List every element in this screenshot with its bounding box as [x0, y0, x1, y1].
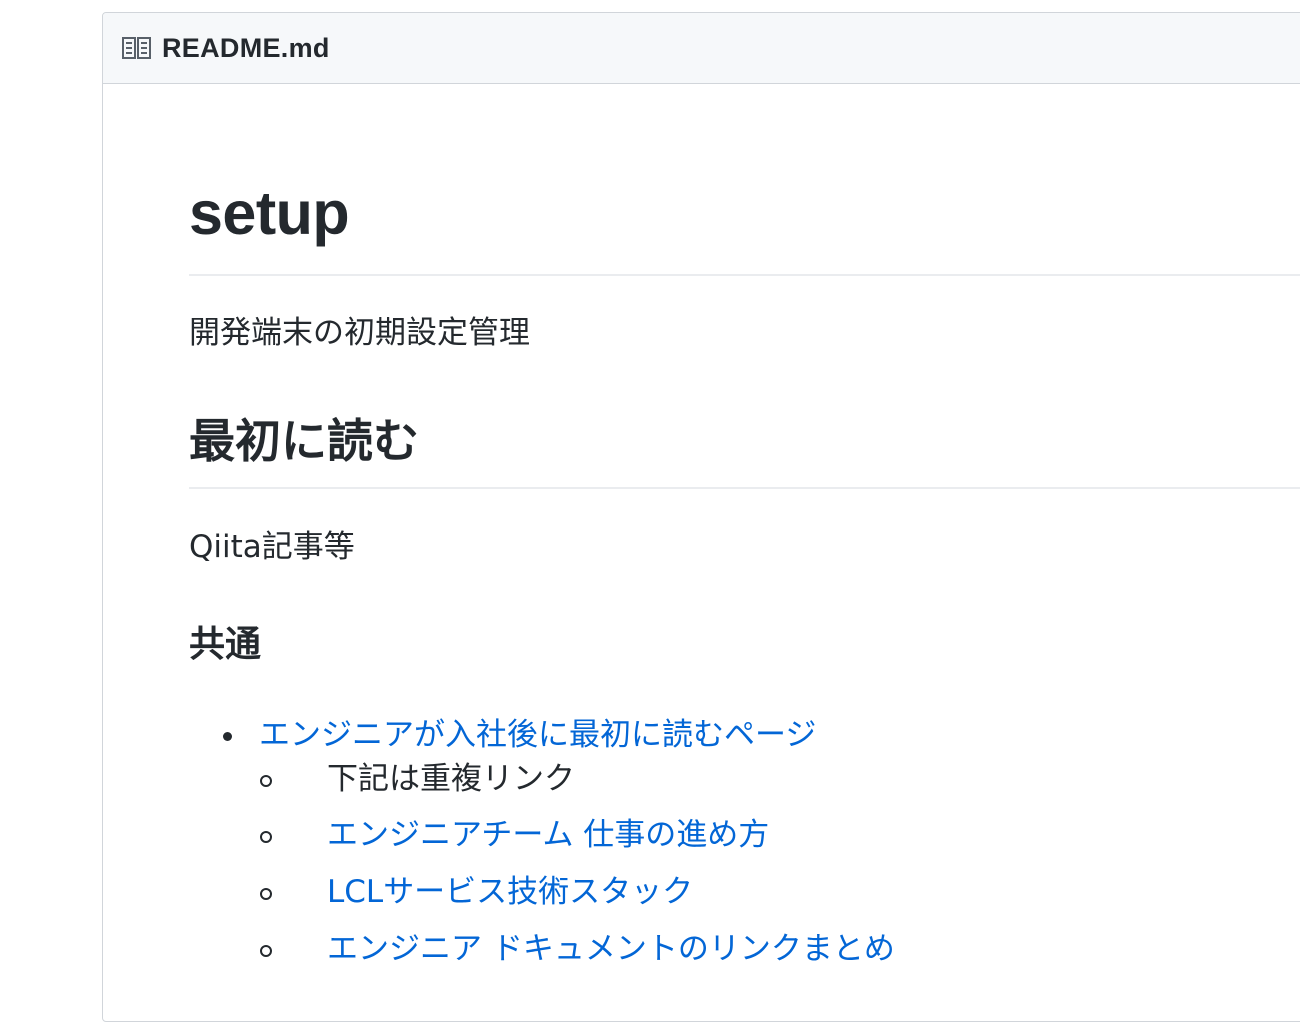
- readme-filename: README.md: [162, 32, 330, 63]
- sub-list-item: エンジニア ドキュメントのリンクまとめ: [259, 921, 895, 978]
- sub-list-item: エンジニアチーム 仕事の進め方: [259, 807, 895, 864]
- link-list: エンジニアが入社後に最初に読むページ 下記は重複リンク エンジニアチーム 仕事の…: [189, 715, 895, 978]
- readme-header: README.md: [103, 13, 1300, 84]
- sub-list: 下記は重複リンク エンジニアチーム 仕事の進め方 LCLサービス技術スタック エ…: [259, 755, 895, 978]
- link-team-workflow[interactable]: エンジニアチーム 仕事の進め方: [327, 817, 769, 853]
- circle-bullet-icon: [260, 888, 272, 900]
- bullet-icon: [223, 732, 232, 741]
- section-text: Qiita記事等: [189, 529, 355, 565]
- subsection-heading: 共通: [189, 624, 262, 665]
- circle-bullet-icon: [260, 831, 272, 843]
- link-onboarding-page[interactable]: エンジニアが入社後に最初に読むページ: [259, 717, 816, 753]
- section-divider: [189, 487, 1300, 489]
- description-text: 開発端末の初期設定管理: [189, 315, 530, 351]
- circle-bullet-icon: [260, 945, 272, 957]
- title-divider: [189, 274, 1300, 276]
- duplicate-note-text: 下記は重複リンク: [327, 761, 575, 797]
- sub-list-item: 下記は重複リンク: [259, 755, 895, 807]
- link-tech-stack[interactable]: LCLサービス技術スタック: [327, 874, 693, 910]
- page-title: setup: [189, 179, 350, 247]
- section-heading: 最初に読む: [189, 414, 419, 468]
- sub-list-item: LCLサービス技術スタック: [259, 864, 895, 921]
- book-icon: [122, 37, 152, 59]
- link-docs-summary[interactable]: エンジニア ドキュメントのリンクまとめ: [327, 931, 895, 967]
- circle-bullet-icon: [260, 775, 272, 787]
- list-item: エンジニアが入社後に最初に読むページ 下記は重複リンク エンジニアチーム 仕事の…: [189, 715, 895, 978]
- readme-container: README.md setup 開発端末の初期設定管理 最初に読む Qiita記…: [102, 12, 1300, 1022]
